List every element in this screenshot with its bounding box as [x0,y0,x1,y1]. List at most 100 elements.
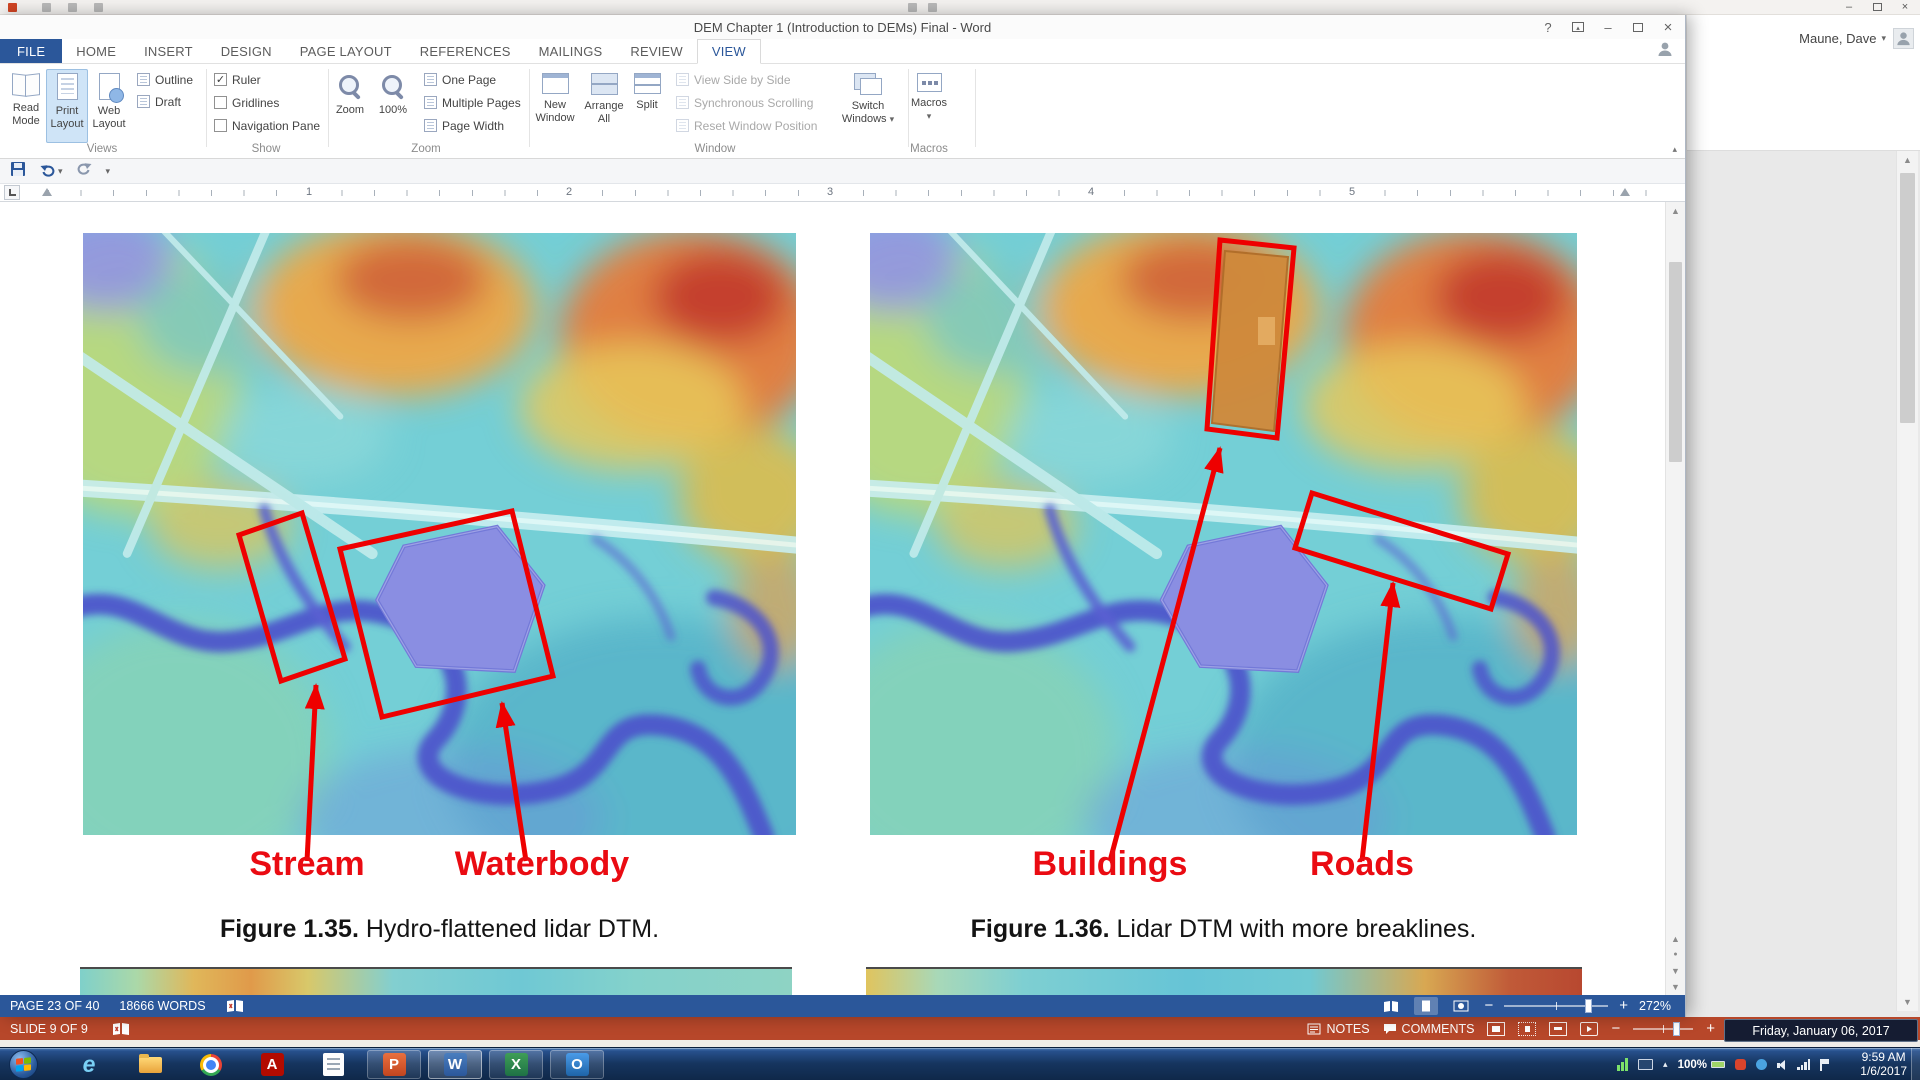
scroll-up-icon[interactable]: ▲ [1666,202,1685,220]
zoom-button[interactable]: Zoom [329,69,371,143]
tab-home[interactable]: HOME [62,39,130,63]
tab-mailings[interactable]: MAILINGS [525,39,617,63]
scroll-down-icon[interactable]: ▼ [1666,979,1685,995]
macros-button[interactable]: Macros▾ [897,69,961,143]
taskbar-chrome[interactable] [184,1050,238,1079]
collapse-ribbon-icon[interactable]: ▴ [1672,144,1677,155]
minimize-button[interactable]: – [1593,16,1623,38]
select-browse-object-button[interactable]: ● [1666,947,1685,963]
print-layout-view-button[interactable] [1414,997,1438,1015]
document-canvas[interactable]: Stream Waterbody Buildings Roads Figure … [0,202,1685,995]
taskbar-file-explorer[interactable] [123,1050,177,1079]
left-indent-marker[interactable] [42,188,52,196]
navigation-pane-checkbox[interactable]: Navigation Pane [214,116,320,135]
qat-redo-icon[interactable] [94,3,103,12]
reading-view-button[interactable] [1549,1022,1567,1036]
new-window-button[interactable]: New Window [534,69,576,143]
next-page-button[interactable]: ▼ [1666,963,1685,979]
comments-button[interactable]: COMMENTS [1383,1022,1475,1036]
web-layout-button[interactable]: Web Layout [88,69,130,143]
tab-review[interactable]: REVIEW [616,39,696,63]
help-button[interactable]: ? [1533,16,1563,38]
taskbar-acrobat[interactable]: A [245,1050,299,1079]
ppt-scrollbar[interactable]: ▲ ▼ [1896,151,1918,1011]
save-button[interactable] [10,161,26,182]
ppt-app-icon[interactable] [8,3,17,12]
page-width-button[interactable]: Page Width [424,116,504,135]
tab-references[interactable]: REFERENCES [406,39,525,63]
next-figure-partial[interactable] [866,967,1582,995]
scroll-down-icon[interactable]: ▼ [1897,993,1918,1011]
read-mode-button[interactable]: Read Mode [5,69,47,143]
tray-antivirus-icon[interactable] [1735,1059,1746,1070]
close-button[interactable]: × [1653,16,1683,38]
web-layout-view-button[interactable] [1449,997,1473,1015]
taskbar-excel[interactable]: X [489,1050,543,1079]
zoom-100-button[interactable]: 100% [372,69,414,143]
zoom-slider[interactable] [1633,1028,1693,1030]
taskbar-powerpoint[interactable]: P [367,1050,421,1079]
ruler-checkbox[interactable]: ✓ Ruler [214,70,261,89]
zoom-slider-thumb[interactable] [1585,999,1592,1013]
figure-hydro-flattened-dtm[interactable]: Stream Waterbody [83,233,796,893]
outline-button[interactable]: Outline [137,70,193,89]
scrollbar-thumb[interactable] [1669,262,1682,462]
print-layout-button[interactable]: Print Layout [46,69,88,143]
avatar[interactable] [1893,28,1914,49]
slide-sorter-view-button[interactable] [1518,1022,1536,1036]
ppt-account[interactable]: Maune, Dave ▾ [1799,31,1886,46]
word-scrollbar[interactable]: ▲ ▲ ● ▼ ▼ [1665,202,1685,995]
taskbar-clock[interactable]: 9:59 AM 1/6/2017 [1860,1050,1907,1078]
read-mode-view-button[interactable] [1379,997,1403,1015]
tab-design[interactable]: DESIGN [207,39,286,63]
proofing-errors-icon[interactable] [226,999,244,1013]
tab-selector[interactable] [4,185,20,200]
proofing-errors-icon[interactable] [112,1022,130,1036]
tab-view[interactable]: VIEW [697,39,761,64]
tray-activity-icon[interactable] [1617,1058,1628,1071]
redo-button[interactable] [76,161,93,182]
tray-battery-icon[interactable]: 100% [1678,1059,1725,1071]
qat-undo-icon[interactable] [68,3,77,12]
zoom-slider[interactable] [1504,1005,1608,1007]
maximize-button[interactable] [1623,16,1653,38]
tab-file[interactable]: FILE [0,39,62,63]
zoom-percent[interactable]: 272% [1639,999,1671,1013]
ppt-minimize-button[interactable]: – [1836,0,1862,15]
draft-button[interactable]: Draft [137,92,181,111]
arrange-all-button[interactable]: Arrange All [583,69,625,143]
one-page-button[interactable]: One Page [424,70,496,89]
tab-page-layout[interactable]: PAGE LAYOUT [286,39,406,63]
taskbar-generic-app[interactable] [306,1050,360,1079]
word-count[interactable]: 18666 WORDS [119,999,205,1013]
tray-show-hidden-icon[interactable]: ▴ [1663,1059,1668,1070]
zoom-slider-thumb[interactable] [1673,1022,1680,1036]
caption-figure-135[interactable]: Figure 1.35. Hydro-flattened lidar DTM. [83,915,796,944]
tab-insert[interactable]: INSERT [130,39,207,63]
zoom-out-button[interactable]: − [1611,1022,1620,1036]
scroll-up-icon[interactable]: ▲ [1897,151,1918,169]
page-indicator[interactable]: PAGE 23 OF 40 [10,999,99,1013]
dtm-map-image[interactable] [83,233,796,835]
ppt-close-button[interactable]: × [1892,0,1918,15]
multiple-pages-button[interactable]: Multiple Pages [424,93,521,112]
taskbar-word[interactable]: W [428,1050,482,1079]
right-indent-marker[interactable] [1620,188,1630,196]
notes-button[interactable]: NOTES [1307,1022,1369,1036]
tray-volume-icon[interactable] [1777,1059,1787,1071]
slideshow-button[interactable] [1580,1022,1598,1036]
tray-network-icon[interactable] [1797,1059,1810,1070]
caption-figure-136[interactable]: Figure 1.36. Lidar DTM with more breakli… [870,915,1577,944]
ribbon-display-options-button[interactable]: ▴ [1563,16,1593,38]
tray-app-icon[interactable] [1756,1059,1767,1070]
zoom-out-button[interactable]: − [1484,999,1493,1013]
horizontal-ruler[interactable]: 1 2 3 4 5 [0,184,1685,202]
titlebar[interactable]: DEM Chapter 1 (Introduction to DEMs) Fin… [0,15,1685,39]
switch-windows-button[interactable]: Switch Windows ▾ [836,69,900,143]
slide-indicator[interactable]: SLIDE 9 OF 9 [10,1022,88,1036]
ppt-restore-button[interactable] [1864,0,1890,15]
next-figure-partial[interactable] [80,967,792,995]
qat-save-icon[interactable] [42,3,51,12]
tray-action-center-icon[interactable] [1820,1059,1830,1071]
taskbar-internet-explorer[interactable]: e [62,1050,116,1079]
